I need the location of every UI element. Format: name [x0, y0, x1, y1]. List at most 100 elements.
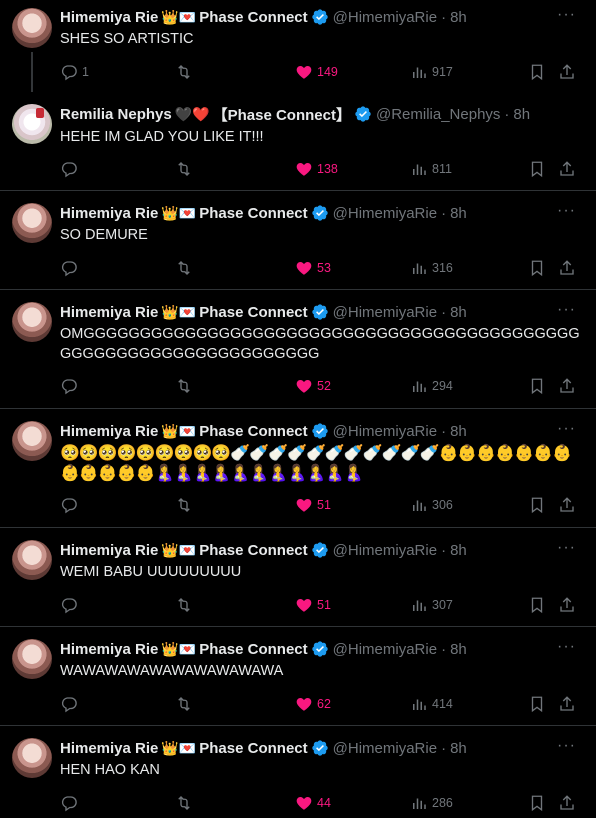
tweet[interactable]: Himemiya Rie 👑💌 Phase Connect @HimemiyaR… [0, 191, 596, 290]
affiliation[interactable]: Phase Connect [199, 542, 307, 559]
avatar[interactable] [12, 738, 52, 778]
share-button[interactable] [558, 496, 576, 514]
like-button[interactable]: 51 [295, 496, 331, 514]
more-icon[interactable]: ··· [557, 539, 576, 557]
like-button[interactable]: 149 [295, 63, 338, 81]
bookmark-button[interactable] [528, 160, 546, 178]
tweet[interactable]: Remilia Nephys 🖤❤️ 【Phase Connect】 @Remi… [0, 92, 596, 191]
timestamp[interactable]: 8h [450, 542, 467, 559]
like-button[interactable]: 44 [295, 794, 331, 812]
handle[interactable]: @HimemiyaRie [333, 423, 437, 440]
affiliation[interactable]: Phase Connect [199, 304, 307, 321]
share-button[interactable] [558, 160, 576, 178]
views-button[interactable]: 286 [410, 794, 453, 812]
reply-button[interactable] [60, 596, 78, 614]
retweet-button[interactable] [175, 596, 193, 614]
timestamp[interactable]: 8h [450, 9, 467, 26]
share-button[interactable] [558, 259, 576, 277]
more-icon[interactable]: ··· [557, 202, 576, 220]
avatar[interactable] [12, 203, 52, 243]
tweet[interactable]: Himemiya Rie 👑💌 Phase Connect @HimemiyaR… [0, 409, 596, 528]
retweet-button[interactable] [175, 160, 193, 178]
tweet[interactable]: Himemiya Rie 👑💌 Phase Connect @HimemiyaR… [0, 290, 596, 409]
more-icon[interactable]: ··· [557, 420, 576, 438]
avatar[interactable] [12, 540, 52, 580]
display-name[interactable]: Himemiya Rie [60, 641, 158, 658]
display-name[interactable]: Himemiya Rie [60, 9, 158, 26]
handle[interactable]: @HimemiyaRie [333, 205, 437, 222]
avatar[interactable] [12, 302, 52, 342]
timestamp[interactable]: 8h [450, 423, 467, 440]
retweet-button[interactable] [175, 63, 193, 81]
timestamp[interactable]: 8h [513, 106, 530, 123]
tweet[interactable]: Himemiya Rie 👑💌 Phase Connect @HimemiyaR… [0, 528, 596, 627]
avatar[interactable] [12, 104, 52, 144]
like-button[interactable]: 51 [295, 596, 331, 614]
handle[interactable]: @HimemiyaRie [333, 641, 437, 658]
handle[interactable]: @HimemiyaRie [333, 304, 437, 321]
timestamp[interactable]: 8h [450, 304, 467, 321]
share-button[interactable] [558, 596, 576, 614]
share-button[interactable] [558, 695, 576, 713]
like-button[interactable]: 52 [295, 377, 331, 395]
bookmark-button[interactable] [528, 794, 546, 812]
bookmark-button[interactable] [528, 695, 546, 713]
display-name[interactable]: Himemiya Rie [60, 423, 158, 440]
bookmark-button[interactable] [528, 596, 546, 614]
affiliation[interactable]: Phase Connect [199, 423, 307, 440]
timestamp[interactable]: 8h [450, 641, 467, 658]
more-icon[interactable]: ··· [557, 301, 576, 319]
like-button[interactable]: 53 [295, 259, 331, 277]
like-button[interactable]: 138 [295, 160, 338, 178]
affiliation[interactable]: Phase Connect [199, 9, 307, 26]
tweet[interactable]: Himemiya Rie 👑💌 Phase Connect @HimemiyaR… [0, 726, 596, 818]
retweet-button[interactable] [175, 794, 193, 812]
avatar[interactable] [12, 8, 52, 48]
affiliation[interactable]: 【Phase Connect】 [213, 104, 351, 125]
retweet-button[interactable] [175, 377, 193, 395]
reply-button[interactable] [60, 160, 78, 178]
views-button[interactable]: 917 [410, 63, 453, 81]
reply-button[interactable] [60, 794, 78, 812]
bookmark-button[interactable] [528, 496, 546, 514]
handle[interactable]: @Remilia_Nephys [376, 106, 500, 123]
tweet[interactable]: Himemiya Rie 👑💌 Phase Connect @HimemiyaR… [0, 627, 596, 726]
reply-button[interactable] [60, 695, 78, 713]
timestamp[interactable]: 8h [450, 740, 467, 757]
affiliation[interactable]: Phase Connect [199, 740, 307, 757]
retweet-button[interactable] [175, 695, 193, 713]
tweet[interactable]: Himemiya Rie 👑💌 Phase Connect @HimemiyaR… [0, 0, 596, 92]
views-button[interactable]: 414 [410, 695, 453, 713]
share-button[interactable] [558, 377, 576, 395]
more-icon[interactable]: ··· [557, 6, 576, 24]
display-name[interactable]: Himemiya Rie [60, 740, 158, 757]
avatar[interactable] [12, 421, 52, 461]
bookmark-button[interactable] [528, 377, 546, 395]
display-name[interactable]: Himemiya Rie [60, 205, 158, 222]
reply-button[interactable] [60, 377, 78, 395]
views-button[interactable]: 294 [410, 377, 453, 395]
affiliation[interactable]: Phase Connect [199, 641, 307, 658]
display-name[interactable]: Himemiya Rie [60, 542, 158, 559]
like-button[interactable]: 62 [295, 695, 331, 713]
reply-button[interactable]: 1 [60, 63, 89, 81]
display-name[interactable]: Remilia Nephys [60, 106, 172, 123]
timestamp[interactable]: 8h [450, 205, 467, 222]
handle[interactable]: @HimemiyaRie [333, 740, 437, 757]
affiliation[interactable]: Phase Connect [199, 205, 307, 222]
views-button[interactable]: 307 [410, 596, 453, 614]
bookmark-button[interactable] [528, 63, 546, 81]
share-button[interactable] [558, 794, 576, 812]
handle[interactable]: @HimemiyaRie [333, 542, 437, 559]
views-button[interactable]: 316 [410, 259, 453, 277]
share-button[interactable] [558, 63, 576, 81]
views-button[interactable]: 306 [410, 496, 453, 514]
avatar[interactable] [12, 639, 52, 679]
reply-button[interactable] [60, 259, 78, 277]
retweet-button[interactable] [175, 496, 193, 514]
handle[interactable]: @HimemiyaRie [333, 9, 437, 26]
retweet-button[interactable] [175, 259, 193, 277]
views-button[interactable]: 811 [410, 160, 452, 178]
more-icon[interactable]: ··· [557, 638, 576, 656]
bookmark-button[interactable] [528, 259, 546, 277]
